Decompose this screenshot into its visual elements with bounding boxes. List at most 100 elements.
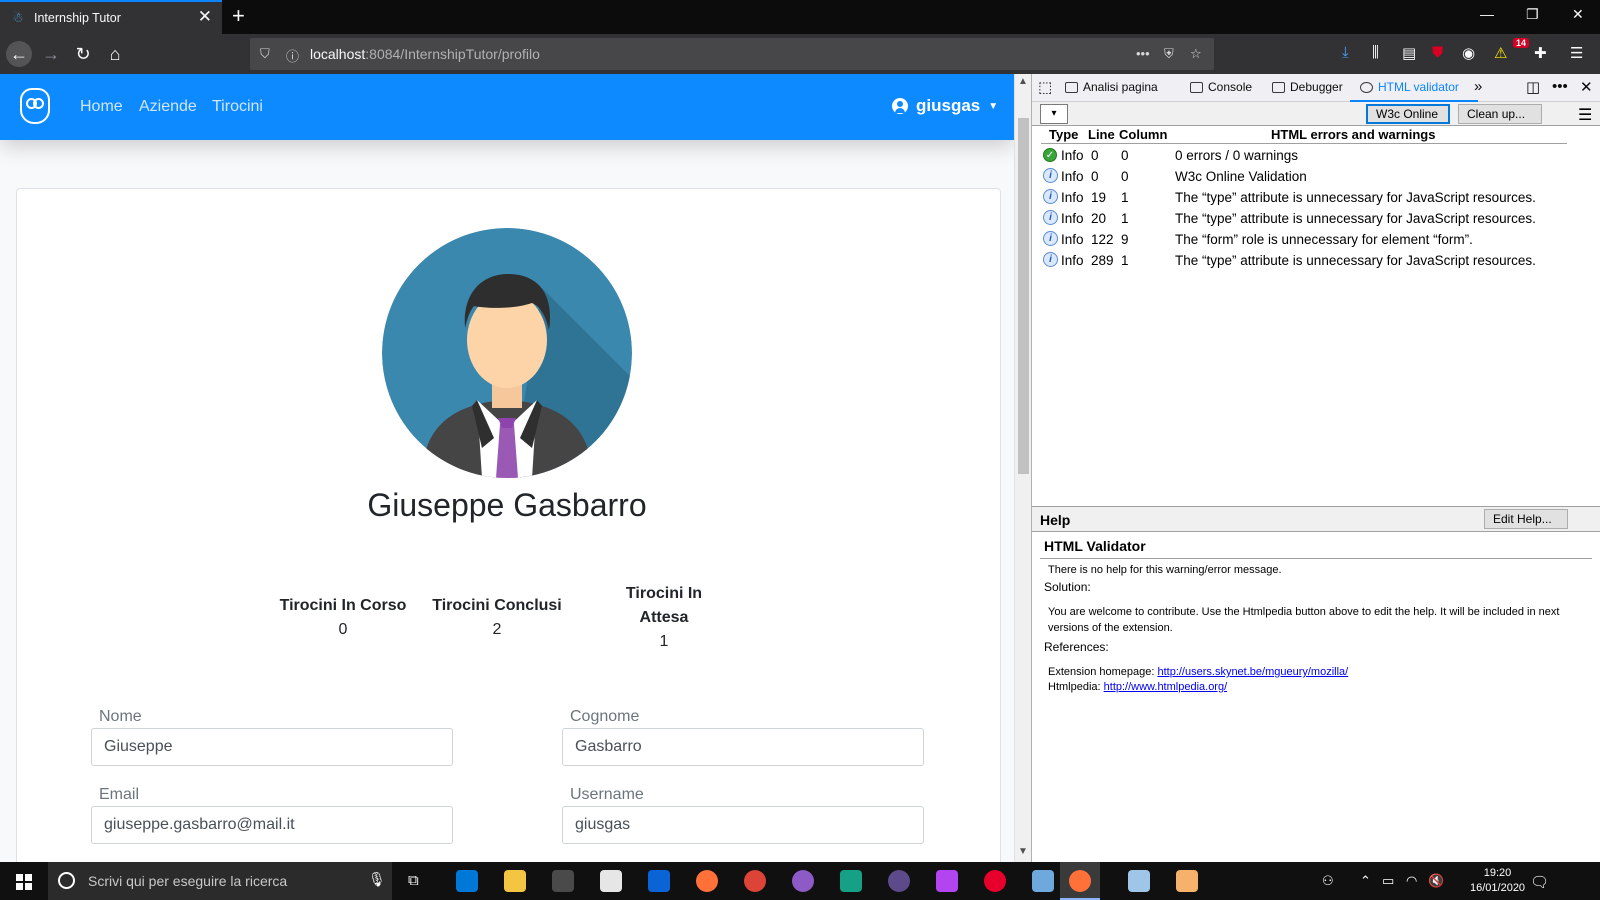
tab-html-validator[interactable]: HTML validator	[1360, 80, 1459, 94]
cleanup-button[interactable]: Clean up...	[1458, 104, 1542, 124]
firefox-icon[interactable]	[696, 870, 718, 892]
windows-taskbar: Scrivi qui per eseguire la ricerca 🎙 ⧉ ⚇…	[0, 862, 1600, 900]
file-explorer-icon[interactable]	[504, 870, 526, 892]
notifications-icon[interactable]: 🗨	[1530, 873, 1549, 891]
validator-toolbar: ▾ W3c Online Clean up... ☰	[1032, 102, 1600, 126]
clock-time: 19:20	[1483, 867, 1512, 879]
nav-tirocini[interactable]: Tirocini	[212, 98, 263, 116]
email-label: Email	[99, 786, 140, 803]
close-tab-icon[interactable]: ✕	[198, 7, 212, 27]
reload-button[interactable]: ↻	[70, 41, 96, 67]
menu-icon[interactable]: ☰	[1570, 44, 1583, 62]
pocket-icon[interactable]: ⛨	[1164, 46, 1174, 62]
forward-button[interactable]: →	[38, 41, 64, 67]
row-column: 1	[1121, 211, 1129, 226]
avatar	[382, 228, 632, 478]
devtools-options-icon[interactable]: •••	[1552, 78, 1568, 95]
references-label: References:	[1044, 640, 1109, 654]
result-row[interactable]: i Info 122 9 The “form” role is unnecess…	[1041, 230, 1581, 251]
chrome-icon[interactable]	[744, 870, 766, 892]
paint-icon[interactable]	[1176, 870, 1198, 892]
battery-icon[interactable]: ▭	[1382, 873, 1394, 889]
minimize-window-button[interactable]: —	[1480, 6, 1494, 22]
site-info-icon[interactable]: ⓘ	[286, 46, 299, 65]
virtualbox-icon[interactable]	[1032, 870, 1054, 892]
volume-muted-icon[interactable]: 🔇	[1428, 873, 1444, 889]
new-tab-button[interactable]: +	[232, 3, 245, 29]
close-window-button[interactable]: ✕	[1572, 6, 1584, 23]
scroll-down-icon[interactable]: ▼	[1018, 846, 1028, 857]
validator-menu-icon[interactable]: ☰	[1578, 105, 1592, 125]
wifi-icon[interactable]: ◠	[1406, 873, 1417, 889]
edit-help-button[interactable]: Edit Help...	[1484, 509, 1568, 529]
result-row[interactable]: i Info 0 0 W3c Online Validation	[1041, 167, 1581, 188]
user-menu-dropdown[interactable]: giusgas ▼	[892, 96, 998, 116]
task-view-icon[interactable]: ⧉	[408, 872, 419, 889]
result-row[interactable]: i Info 19 1 The “type” attribute is unne…	[1041, 188, 1581, 209]
tab-analisi-pagina[interactable]: Analisi pagina	[1065, 80, 1158, 94]
webstorm-icon[interactable]	[840, 870, 862, 892]
home-button[interactable]: ⌂	[102, 41, 128, 67]
tab-debugger[interactable]: Debugger	[1272, 80, 1343, 94]
scroll-up-icon[interactable]: ▲	[1018, 76, 1028, 87]
extension-homepage-link[interactable]: http://users.skynet.be/mgueury/mozilla/	[1157, 666, 1348, 678]
store-icon[interactable]	[552, 870, 574, 892]
stat-in-attesa: Tirocini In Attesa 1	[614, 582, 714, 654]
nome-field[interactable]	[91, 728, 453, 766]
tab-label: Console	[1208, 80, 1253, 94]
result-row[interactable]: i Info 289 1 The “type” attribute is unn…	[1041, 251, 1581, 272]
w3c-online-button[interactable]: W3c Online	[1366, 104, 1450, 124]
bookmark-star-icon[interactable]: ☆	[1190, 46, 1202, 62]
tracking-shield-icon[interactable]: ⛉	[260, 46, 270, 62]
cognome-field[interactable]	[562, 728, 924, 766]
ref-label: Htmlpedia:	[1048, 681, 1104, 693]
windows-start-icon[interactable]	[16, 874, 32, 890]
taskbar-search-box[interactable]: Scrivi qui per eseguire la ricerca 🎙	[48, 862, 392, 900]
notepad-icon[interactable]	[1128, 870, 1150, 892]
username-field[interactable]	[562, 806, 924, 844]
microphone-icon[interactable]: 🎙	[368, 871, 386, 888]
app-icon[interactable]	[792, 870, 814, 892]
element-picker-icon[interactable]: ⬚	[1038, 78, 1052, 96]
owl-logo-icon[interactable]	[20, 88, 50, 124]
page-actions-icon[interactable]: •••	[1136, 46, 1150, 61]
taskbar-clock[interactable]: 19:20 16/01/2020	[1470, 866, 1525, 896]
mail-icon[interactable]	[600, 870, 622, 892]
email-field[interactable]	[91, 806, 453, 844]
opera-icon[interactable]	[984, 870, 1006, 892]
htmlpedia-link[interactable]: http://www.htmlpedia.org/	[1104, 681, 1228, 693]
firefox-active-task[interactable]	[1060, 862, 1100, 900]
tab-console[interactable]: Console	[1190, 80, 1252, 94]
nav-home[interactable]: Home	[80, 98, 123, 116]
sky-icon[interactable]	[648, 870, 670, 892]
scrollbar-thumb[interactable]	[1018, 118, 1029, 474]
sidebar-icon[interactable]: ▤	[1402, 44, 1416, 62]
validator-dropdown[interactable]: ▾	[1040, 104, 1068, 124]
library-icon[interactable]: ⫼	[1372, 44, 1379, 61]
url-text[interactable]: localhost:8084/InternshipTutor/profilo	[310, 46, 540, 62]
url-bar[interactable]: ⛉ ⓘ localhost:8084/InternshipTutor/profi…	[250, 38, 1214, 70]
result-row[interactable]: i Info 20 1 The “type” attribute is unne…	[1041, 209, 1581, 230]
people-icon[interactable]: ⚇	[1322, 873, 1334, 889]
warning-extension-icon[interactable]: ⚠	[1494, 44, 1507, 62]
downloads-icon[interactable]: ⤓	[1342, 44, 1349, 61]
edge-icon[interactable]	[456, 870, 478, 892]
caret-down-icon: ▼	[988, 100, 999, 112]
show-hidden-icons[interactable]: ⌃	[1360, 873, 1371, 889]
nav-aziende[interactable]: Aziende	[139, 98, 197, 116]
page-scrollbar[interactable]: ▲ ▼	[1014, 74, 1031, 862]
account-icon[interactable]: ◉	[1462, 44, 1475, 62]
extensions-icon[interactable]: ✚	[1534, 44, 1547, 62]
more-tabs-icon[interactable]: »	[1474, 78, 1482, 95]
eclipse-icon[interactable]	[888, 870, 910, 892]
close-devtools-icon[interactable]: ✕	[1580, 78, 1593, 96]
solution-text: You are welcome to contribute. Use the H…	[1048, 606, 1560, 634]
back-button[interactable]: ←	[6, 41, 32, 67]
result-row[interactable]: ✓ Info 0 0 0 errors / 0 warnings	[1041, 146, 1581, 167]
phpstorm-icon[interactable]	[936, 870, 958, 892]
browser-tab[interactable]: ☃ Internship Tutor ✕	[0, 0, 222, 34]
info-icon: i	[1043, 231, 1058, 246]
restore-window-button[interactable]: ❐	[1526, 6, 1539, 23]
dock-side-icon[interactable]: ◫	[1526, 78, 1540, 96]
ublock-icon[interactable]: ⛊	[1432, 44, 1443, 61]
